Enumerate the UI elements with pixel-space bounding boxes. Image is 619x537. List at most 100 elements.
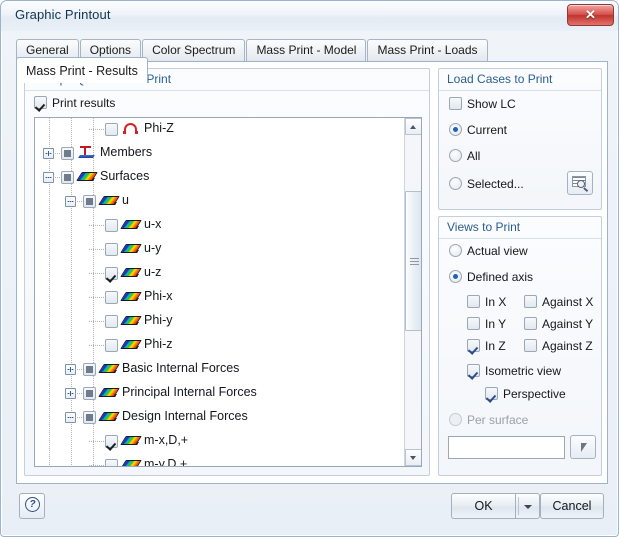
magnifier-list-icon — [572, 176, 589, 190]
tree-checkbox[interactable] — [105, 267, 118, 280]
view-option-defined-axis[interactable]: Defined axis — [449, 270, 533, 284]
tree-connector — [89, 441, 105, 442]
tree-checkbox[interactable] — [105, 459, 118, 466]
tree-row-label: u-y — [144, 241, 161, 255]
tree-row[interactable]: Surfaces — [35, 166, 405, 190]
member-icon — [79, 146, 95, 162]
tree-connector — [89, 321, 105, 322]
axis-label: Against Z — [542, 339, 593, 353]
tree-checkbox[interactable] — [83, 195, 96, 208]
tree-row[interactable]: Principal Internal Forces — [35, 382, 405, 406]
tree-checkbox[interactable] — [83, 411, 96, 424]
surface-icon — [123, 314, 140, 330]
surface-icon — [79, 170, 96, 186]
option-label: Defined axis — [467, 270, 533, 284]
tab-mass-print-model[interactable]: Mass Print - Model — [246, 39, 366, 61]
tree-connector — [89, 297, 105, 298]
member-glyph — [79, 146, 95, 159]
tree-checkbox[interactable] — [105, 339, 118, 352]
tree-row[interactable]: Phi-Z — [35, 118, 405, 142]
load-case-option-all[interactable]: All — [449, 149, 480, 163]
tree-row[interactable]: Phi-y — [35, 310, 405, 334]
tree-checkbox[interactable] — [61, 171, 74, 184]
axis-checkbox-against-z[interactable]: Against Z — [524, 339, 593, 353]
tree-checkbox[interactable] — [83, 363, 96, 376]
scroll-up-button[interactable] — [405, 118, 422, 135]
tree-row-label: m-y,D,+ — [144, 457, 187, 466]
tree-connector — [89, 465, 105, 466]
tree-row[interactable]: u-y — [35, 238, 405, 262]
axis-checkbox-in-x[interactable]: In X — [467, 295, 506, 309]
tree-checkbox[interactable] — [105, 315, 118, 328]
tree-row[interactable]: Members — [35, 142, 405, 166]
tree-row-label: Surfaces — [100, 169, 149, 183]
radio-dot — [449, 244, 462, 257]
axis-label: In Y — [485, 317, 506, 331]
surface-icon — [101, 386, 118, 402]
tab-mass-print-results[interactable]: Mass Print - Results — [16, 57, 148, 83]
tree-connector — [89, 129, 105, 130]
grip-line — [410, 264, 419, 265]
pick-surface-button[interactable] — [570, 435, 596, 459]
group-divider — [439, 238, 601, 239]
window-title: Graphic Printout — [15, 7, 111, 22]
tree-row-label: m-x,D,+ — [144, 433, 188, 447]
radio-dot — [449, 149, 462, 162]
title-bar: Graphic Printout ✕ — [1, 1, 619, 31]
tree-checkbox[interactable] — [61, 147, 74, 160]
surface-icon — [101, 410, 118, 426]
close-button[interactable]: ✕ — [567, 4, 614, 26]
view-option-actual-view[interactable]: Actual view — [449, 244, 528, 258]
surface-input[interactable] — [448, 436, 565, 459]
ok-button[interactable]: OK — [451, 493, 515, 519]
tree-row[interactable]: Phi-x — [35, 286, 405, 310]
arrow-down-icon — [410, 456, 416, 460]
tree-row-label: Phi-x — [144, 289, 172, 303]
tab-mass-print-loads[interactable]: Mass Print - Loads — [367, 39, 487, 61]
tree-checkbox[interactable] — [105, 123, 118, 136]
axis-checkbox-in-y[interactable]: In Y — [467, 317, 506, 331]
tree-vertical-scrollbar[interactable] — [404, 118, 421, 466]
surface-icon — [123, 290, 140, 306]
tree-checkbox[interactable] — [105, 219, 118, 232]
tree-checkbox[interactable] — [83, 387, 96, 400]
tree-row-label: Phi-z — [144, 337, 172, 351]
tree-row[interactable]: u-z — [35, 262, 405, 286]
show-lc-checkbox[interactable]: Show LC — [449, 97, 516, 111]
scrollbar-thumb[interactable] — [405, 191, 422, 331]
axis-label: In X — [485, 295, 506, 309]
ok-dropdown-button[interactable] — [515, 493, 540, 519]
isometric-view-checkbox[interactable]: Isometric view — [467, 364, 561, 378]
help-button[interactable]: ? — [19, 493, 45, 519]
tree-row[interactable]: m-y,D,+ — [35, 454, 405, 466]
load-case-option-selected[interactable]: Selected... — [449, 177, 524, 191]
tree-checkbox[interactable] — [105, 435, 118, 448]
load-cases-group: Load Cases to Print Show LC Current All … — [438, 68, 602, 210]
cancel-button[interactable]: Cancel — [540, 493, 604, 519]
tree-connector — [45, 177, 61, 178]
tree-row[interactable]: u-x — [35, 214, 405, 238]
tree-row[interactable]: Design Internal Forces — [35, 406, 405, 430]
tree-row[interactable]: u — [35, 190, 405, 214]
surface-glyph — [101, 386, 118, 399]
node-glyph — [123, 122, 139, 135]
load-case-option-current[interactable]: Current — [449, 123, 507, 137]
option-label: All — [467, 149, 480, 163]
tree-row[interactable]: Basic Internal Forces — [35, 358, 405, 382]
axis-checkbox-against-y[interactable]: Against Y — [524, 317, 593, 331]
perspective-checkbox[interactable]: Perspective — [485, 387, 566, 401]
tree-row[interactable]: m-x,D,+ — [35, 430, 405, 454]
tree-row[interactable]: Phi-z — [35, 334, 405, 358]
tree-checkbox[interactable] — [105, 291, 118, 304]
axis-checkbox-in-z[interactable]: In Z — [467, 339, 506, 353]
quantities-tree[interactable]: Phi-Z Members Surfaces uu-x u-y u-z Phi-x Phi-y… — [34, 117, 422, 467]
tab-color-spectrum[interactable]: Color Spectrum — [142, 39, 245, 61]
axis-checkbox-against-x[interactable]: Against X — [524, 295, 593, 309]
tree-connector — [67, 417, 83, 418]
surface-glyph — [101, 194, 118, 207]
tree-checkbox[interactable] — [105, 243, 118, 256]
select-load-cases-button[interactable] — [567, 171, 593, 195]
tree-row-label: Phi-Z — [144, 121, 174, 135]
print-results-checkbox[interactable]: Print results — [34, 96, 115, 110]
scroll-down-button[interactable] — [405, 449, 422, 466]
